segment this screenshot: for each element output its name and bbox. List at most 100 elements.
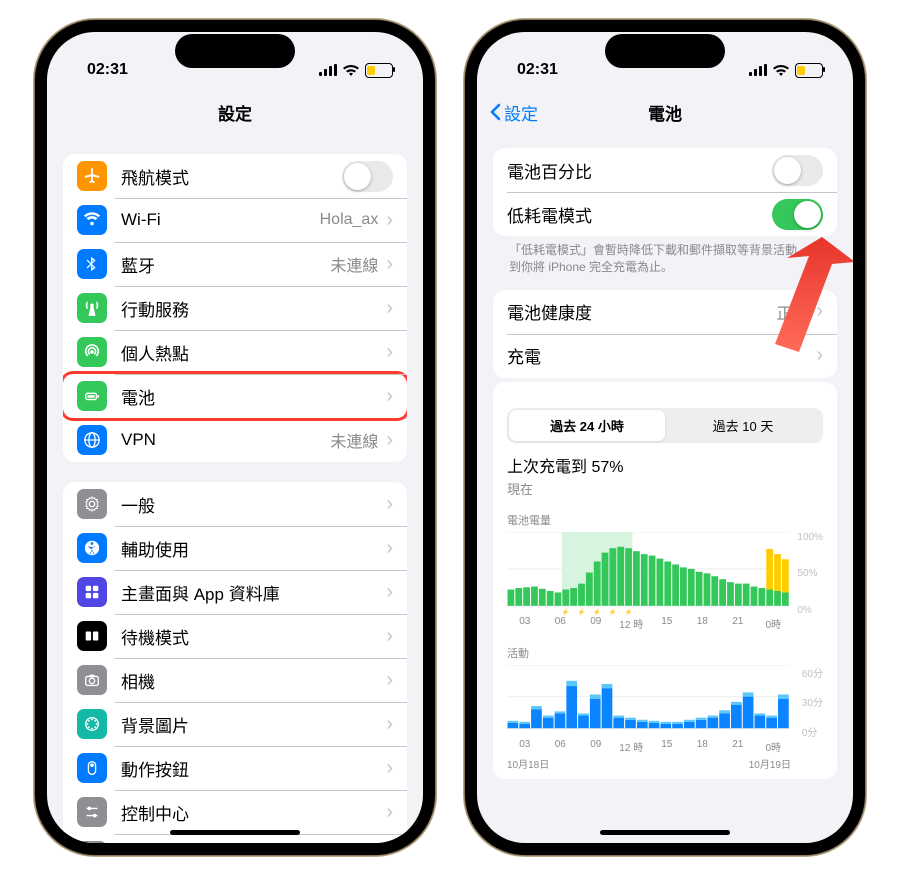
row-label: 行動服務 xyxy=(121,296,380,321)
wifi-icon xyxy=(77,205,107,235)
svg-text:⚡: ⚡ xyxy=(562,608,570,616)
settings-row-antenna[interactable]: 行動服務 › xyxy=(63,286,407,330)
row-label: 個人熱點 xyxy=(121,340,380,365)
segment-10d[interactable]: 過去 10 天 xyxy=(665,410,821,441)
iphone-frame-right: 02:31 設定 電池 電池百分比低耗電模式 「低耗電模式」會暫時降低下載和郵件… xyxy=(465,20,865,855)
settings-row-wifi[interactable]: Wi-FiHola_ax › xyxy=(63,198,407,242)
battery-options-group: 電池百分比低耗電模式 xyxy=(493,148,837,236)
battery-usage-card: 過去 24 小時 過去 10 天 上次充電到 57% 現在 電池電量 ⚡⚡⚡⚡⚡… xyxy=(493,382,837,779)
chevron-right-icon: › xyxy=(386,537,393,560)
chevron-right-icon: › xyxy=(386,757,393,780)
row-label: 主畫面與 App 資料庫 xyxy=(121,580,380,605)
page-title: 電池 xyxy=(648,100,682,125)
row-value: 正常 xyxy=(776,300,808,324)
last-charge-title: 上次充電到 57% xyxy=(507,453,823,477)
row-label: 藍牙 xyxy=(121,252,330,277)
settings-row-充電[interactable]: 充電 › xyxy=(493,334,837,378)
row-label: 電池百分比 xyxy=(507,158,772,183)
chevron-right-icon: › xyxy=(386,493,393,516)
row-label: VPN xyxy=(121,430,330,450)
settings-row-電池健康度[interactable]: 電池健康度正常› xyxy=(493,290,837,334)
row-label: 充電 xyxy=(507,343,810,368)
settings-row-低耗電模式[interactable]: 低耗電模式 xyxy=(493,192,837,236)
settings-row-appgrid[interactable]: 主畫面與 App 資料庫› xyxy=(63,570,407,614)
settings-row-bluetooth[interactable]: 藍牙未連線 › xyxy=(63,242,407,286)
search-icon xyxy=(77,841,107,843)
settings-row-search[interactable]: 搜尋› xyxy=(63,834,407,843)
home-indicator xyxy=(600,830,730,835)
row-value: 未連線 xyxy=(330,428,378,452)
airplane-icon xyxy=(77,161,107,191)
battery-health-group: 電池健康度正常› 充電 › xyxy=(493,290,837,378)
row-label: 相機 xyxy=(121,668,380,693)
status-time: 02:31 xyxy=(87,61,128,79)
last-charge-sub: 現在 xyxy=(507,479,823,498)
chevron-left-icon xyxy=(489,103,501,121)
camera-icon xyxy=(77,665,107,695)
back-button[interactable]: 設定 xyxy=(489,100,538,125)
settings-row-hotspot[interactable]: 個人熱點 › xyxy=(63,330,407,374)
row-label: 低耗電模式 xyxy=(507,202,772,227)
settings-row-sliders[interactable]: 控制中心› xyxy=(63,790,407,834)
svg-text:⚡: ⚡ xyxy=(625,608,633,616)
segment-24h[interactable]: 過去 24 小時 xyxy=(509,410,665,441)
row-label: 一般 xyxy=(121,492,380,517)
battery-icon xyxy=(77,381,107,411)
chevron-right-icon: › xyxy=(386,253,393,276)
settings-row-電池百分比[interactable]: 電池百分比 xyxy=(493,148,837,192)
chevron-right-icon: › xyxy=(386,385,393,408)
settings-row-battery[interactable]: 電池› xyxy=(63,374,407,418)
settings-row-accessibility[interactable]: 輔助使用 › xyxy=(63,526,407,570)
appgrid-icon xyxy=(77,577,107,607)
cellular-icon xyxy=(319,64,337,76)
back-label: 設定 xyxy=(504,100,538,125)
chevron-right-icon: › xyxy=(386,297,393,320)
svg-text:⚡: ⚡ xyxy=(578,608,586,616)
settings-row-standby[interactable]: 待機模式› xyxy=(63,614,407,658)
chevron-right-icon: › xyxy=(816,344,823,367)
toggle-switch[interactable] xyxy=(342,161,393,192)
chevron-right-icon: › xyxy=(386,429,393,452)
home-indicator xyxy=(170,830,300,835)
settings-group-general: 一般›輔助使用›主畫面與 App 資料庫›待機模式›相機›背景圖片›動作按鈕›控… xyxy=(63,482,407,843)
vpn-icon xyxy=(77,425,107,455)
settings-row-airplane[interactable]: 飛航模式 xyxy=(63,154,407,198)
chart-x-ticks: 03060912 時1518210時 xyxy=(507,739,823,754)
dynamic-island xyxy=(605,34,725,68)
row-label: Wi-Fi xyxy=(121,210,320,230)
time-range-segmented[interactable]: 過去 24 小時 過去 10 天 xyxy=(507,408,823,443)
status-time: 02:31 xyxy=(517,61,558,79)
hotspot-icon xyxy=(77,337,107,367)
settings-row-vpn[interactable]: VPN未連線 › xyxy=(63,418,407,462)
date-left: 10月18日 xyxy=(507,756,549,771)
battery-level-chart: ⚡ ⚡ ⚡ ⚡ ⚡ xyxy=(507,532,823,616)
activity-label: 活動 xyxy=(507,645,823,661)
row-label: 輔助使用 xyxy=(121,536,380,561)
settings-group-connectivity: 飛航模式Wi-FiHola_ax›藍牙未連線›行動服務›個人熱點›電池›VPN未… xyxy=(63,154,407,462)
settings-row-camera[interactable]: 相機› xyxy=(63,658,407,702)
chevron-right-icon: › xyxy=(386,341,393,364)
toggle-switch[interactable] xyxy=(772,155,823,186)
toggle-switch[interactable] xyxy=(772,199,823,230)
settings-row-wallpaper[interactable]: 背景圖片› xyxy=(63,702,407,746)
accessibility-icon xyxy=(77,533,107,563)
wifi-icon xyxy=(772,64,790,76)
row-value: 未連線 xyxy=(330,252,378,276)
battery-icon xyxy=(795,63,823,78)
activity-chart xyxy=(507,665,823,739)
row-value: Hola_ax xyxy=(320,211,379,229)
row-label: 待機模式 xyxy=(121,624,380,649)
navbar: 設定 電池 xyxy=(477,90,853,134)
svg-text:⚡: ⚡ xyxy=(593,608,601,616)
action-icon xyxy=(77,753,107,783)
iphone-frame-left: 02:31 設定 飛航模式Wi-FiHola_ax›藍牙未連線›行動服務›個人熱… xyxy=(35,20,435,855)
svg-text:⚡: ⚡ xyxy=(609,608,617,616)
settings-row-gear[interactable]: 一般 › xyxy=(63,482,407,526)
row-label: 背景圖片 xyxy=(121,712,380,737)
chevron-right-icon: › xyxy=(386,209,393,232)
date-right: 10月19日 xyxy=(749,756,791,771)
low-power-note: 「低耗電模式」會暫時降低下載和郵件擷取等背景活動，直到你將 iPhone 完全充… xyxy=(493,236,837,276)
settings-row-action[interactable]: 動作按鈕› xyxy=(63,746,407,790)
gear-icon xyxy=(77,489,107,519)
screen-right: 02:31 設定 電池 電池百分比低耗電模式 「低耗電模式」會暫時降低下載和郵件… xyxy=(477,32,853,843)
